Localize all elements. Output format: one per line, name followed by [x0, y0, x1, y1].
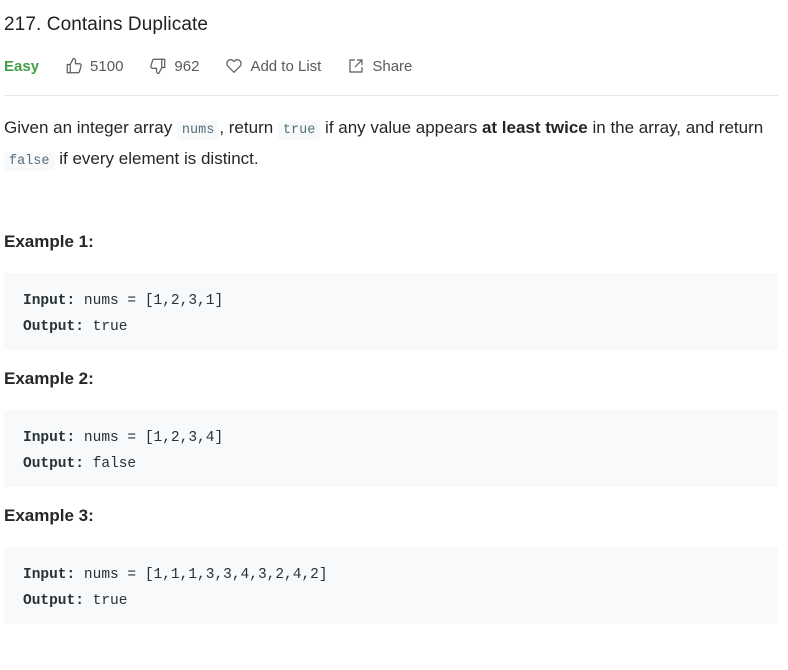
example-2-output: Output: false [23, 451, 759, 477]
header-divider [4, 95, 778, 96]
example-1-output: Output: true [23, 314, 759, 340]
example-3-output: Output: true [23, 588, 759, 614]
example-2-title: Example 2: [4, 369, 94, 388]
statement-text: if every element is distinct. [54, 149, 259, 168]
input-label: Input: [23, 567, 76, 583]
output-value: true [83, 319, 128, 335]
inline-code-nums: nums [176, 121, 220, 140]
statement-text: Given an integer array [4, 118, 177, 137]
statement-emphasis: at least twice [481, 118, 588, 137]
add-to-list-button[interactable]: Add to List [225, 57, 321, 75]
input-value: nums = [1,1,1,3,3,4,3,2,4,2] [75, 567, 328, 583]
share-button[interactable]: Share [347, 57, 412, 75]
inline-code-true: true [277, 121, 321, 140]
input-label: Input: [23, 293, 76, 309]
dislike-button[interactable]: 962 [149, 57, 199, 75]
example-3-title: Example 3: [4, 506, 94, 525]
share-label: Share [372, 57, 413, 75]
input-value: nums = [1,2,3,1] [75, 293, 224, 309]
example-3-input: Input: nums = [1,1,1,3,3,4,3,2,4,2] [23, 562, 759, 588]
statement-text: , return [219, 118, 278, 137]
problem-meta-bar: Easy 5100 962 Add to List Share [4, 54, 438, 78]
example-1-title: Example 1: [4, 232, 94, 251]
difficulty-badge: Easy [4, 57, 40, 75]
dislike-count: 962 [174, 57, 200, 75]
example-2-input: Input: nums = [1,2,3,4] [23, 425, 759, 451]
input-value: nums = [1,2,3,4] [75, 430, 224, 446]
problem-title: 217. Contains Duplicate [4, 14, 209, 35]
heart-icon [226, 59, 243, 73]
example-1-block: Input: nums = [1,2,3,1] Output: true [4, 273, 778, 350]
statement-text: in the array, and return [587, 118, 764, 137]
output-label: Output: [23, 319, 84, 335]
example-1-input: Input: nums = [1,2,3,1] [23, 288, 759, 314]
like-count: 5100 [90, 57, 124, 75]
problem-statement: Given an integer array nums, return true… [4, 114, 778, 176]
output-value: true [83, 593, 128, 609]
statement-text: if any value appears [320, 118, 482, 137]
output-label: Output: [23, 593, 84, 609]
like-button[interactable]: 5100 [65, 57, 123, 75]
input-label: Input: [23, 430, 76, 446]
output-value: false [83, 456, 137, 472]
thumbs-up-icon [66, 57, 82, 74]
inline-code-false: false [4, 152, 55, 171]
share-icon [349, 59, 363, 73]
output-label: Output: [23, 456, 84, 472]
thumbs-down-icon [150, 58, 166, 75]
add-to-list-label: Add to List [250, 57, 322, 75]
example-2-block: Input: nums = [1,2,3,4] Output: false [4, 410, 778, 487]
example-3-block: Input: nums = [1,1,1,3,3,4,3,2,4,2] Outp… [4, 547, 778, 624]
